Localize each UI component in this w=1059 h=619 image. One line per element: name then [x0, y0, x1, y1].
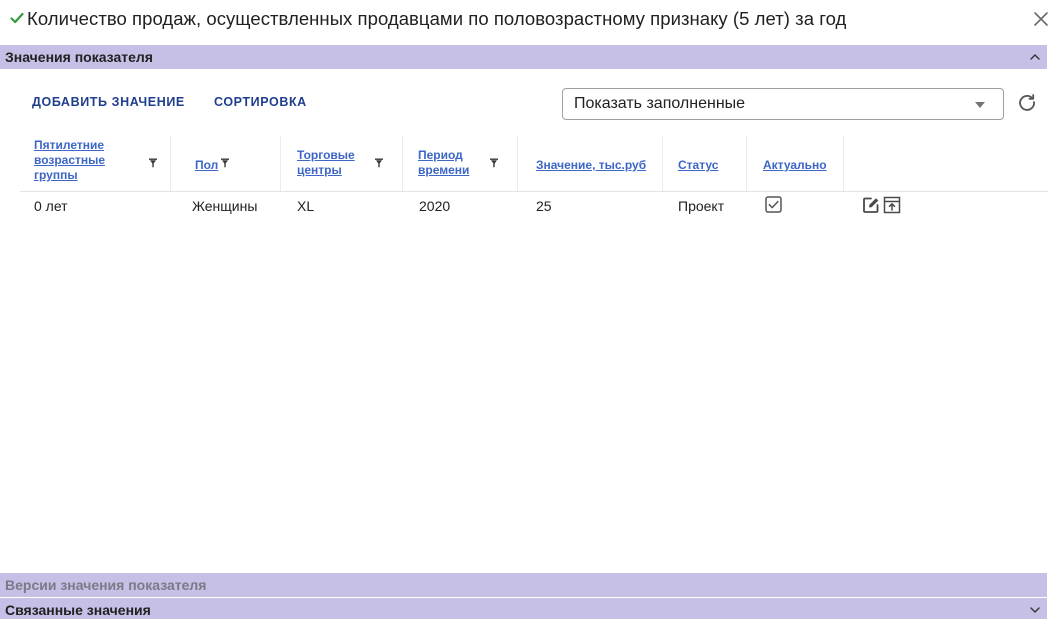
column-divider [746, 136, 747, 191]
column-header-sex[interactable]: Пол [195, 158, 218, 173]
column-header-mall[interactable]: Торговые центры [297, 148, 369, 178]
column-divider [170, 136, 171, 191]
table-header-divider [20, 191, 1048, 192]
archive-icon[interactable] [883, 196, 901, 214]
column-divider [517, 136, 518, 191]
filter-icon[interactable] [220, 158, 230, 168]
section-related-header[interactable]: Связанные значения [0, 598, 1047, 619]
column-divider [843, 136, 844, 191]
filter-icon[interactable] [374, 158, 384, 168]
window-title-bar: Количество продаж, осуществленных продав… [0, 0, 1059, 40]
column-header-value[interactable]: Значение, тыс.руб [536, 158, 646, 173]
column-divider [402, 136, 403, 191]
cell-status: Проект [678, 198, 725, 214]
section-related-label: Связанные значения [5, 602, 151, 618]
column-header-status[interactable]: Статус [678, 158, 718, 173]
close-icon[interactable] [1031, 9, 1051, 29]
check-icon [10, 12, 24, 24]
sort-button[interactable]: СОРТИРОВКА [214, 95, 307, 109]
cell-mall: XL [297, 198, 315, 214]
edit-icon[interactable] [862, 196, 880, 214]
section-values-label: Значения показателя [5, 49, 153, 65]
chevron-up-icon[interactable] [1029, 51, 1041, 63]
filter-icon[interactable] [148, 158, 158, 168]
refresh-icon[interactable] [1017, 92, 1037, 112]
filter-select-value: Показать заполненные [574, 95, 746, 112]
column-header-period[interactable]: Период времени [418, 148, 478, 178]
column-header-age-group[interactable]: Пятилетние возрастные группы [34, 138, 124, 183]
section-versions-label: Версии значения показателя [5, 577, 207, 593]
column-divider [280, 136, 281, 191]
cell-sex: Женщины [192, 198, 258, 214]
column-header-actual[interactable]: Актуально [763, 158, 827, 173]
section-values-header[interactable]: Значения показателя [0, 45, 1047, 69]
chevron-down-icon[interactable] [1029, 604, 1041, 616]
filter-select[interactable]: Показать заполненные [562, 88, 1004, 120]
dropdown-caret-icon [975, 102, 985, 108]
page-title: Количество продаж, осуществленных продав… [27, 8, 847, 29]
filter-icon[interactable] [489, 158, 499, 168]
actual-checkbox[interactable] [765, 196, 782, 213]
cell-age-group: 0 лет [34, 198, 68, 214]
section-versions-header[interactable]: Версии значения показателя [0, 573, 1047, 597]
cell-value: 25 [536, 198, 552, 214]
column-divider [662, 136, 663, 191]
cell-period: 2020 [419, 198, 451, 214]
add-value-button[interactable]: ДОБАВИТЬ ЗНАЧЕНИЕ [32, 95, 185, 109]
